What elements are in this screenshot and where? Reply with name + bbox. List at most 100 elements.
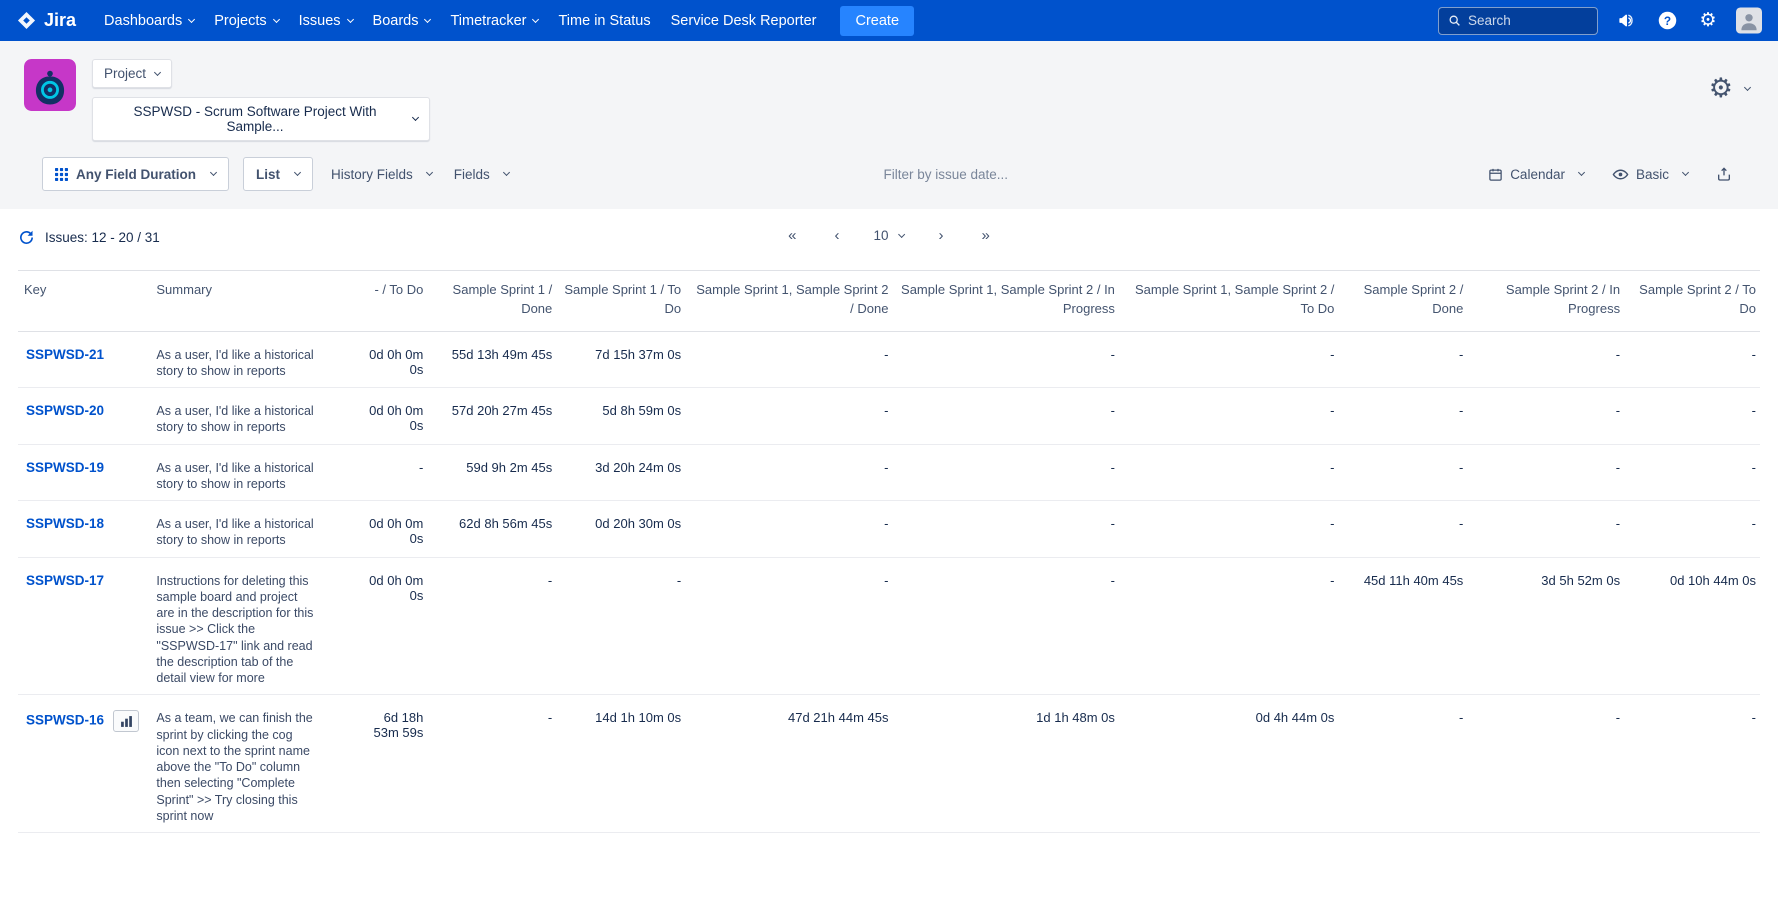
duration-cell: - [1119, 501, 1338, 558]
chevron-down-icon [412, 114, 419, 121]
duration-cell: - [1338, 331, 1467, 388]
duration-cell: - [892, 444, 1118, 501]
issue-key-link[interactable]: SSPWSD-19 [26, 460, 104, 475]
duration-cell: 5d 8h 59m 0s [556, 388, 685, 445]
report-settings-button[interactable]: ⚙ [1709, 75, 1750, 102]
duration-cell: - [427, 557, 556, 695]
issue-key-link[interactable]: SSPWSD-20 [26, 403, 104, 418]
eye-icon [1612, 166, 1629, 183]
issue-key-link[interactable]: SSPWSD-21 [26, 347, 104, 362]
refresh-button[interactable] [18, 229, 35, 246]
top-navbar: Jira Dashboards Projects Issues Boards T… [0, 0, 1778, 41]
column-header-sprint1-2-done[interactable]: Sample Sprint 1, Sample Sprint 2 / Done [685, 271, 892, 332]
duration-cell: - [1338, 444, 1467, 501]
issue-key-link[interactable]: SSPWSD-16 [26, 713, 104, 728]
duration-cell: - [892, 388, 1118, 445]
search-icon [1448, 14, 1461, 27]
page-size-select[interactable]: 10 [873, 228, 904, 243]
column-header-sprint1-done[interactable]: Sample Sprint 1 / Done [427, 271, 556, 332]
duration-cell: 45d 11h 40m 45s [1338, 557, 1467, 695]
chevron-down-icon [1682, 169, 1689, 176]
nav-item-time-in-status[interactable]: Time in Status [558, 13, 650, 29]
report-toolbar: Any Field Duration List History Fields F… [24, 141, 1754, 209]
navbar-right: ? ⚙ [1438, 7, 1762, 35]
export-button[interactable] [1712, 157, 1736, 191]
duration-cell: 3d 20h 24m 0s [556, 444, 685, 501]
nav-item-boards[interactable]: Boards [373, 13, 431, 29]
pagination-last-button[interactable]: » [978, 225, 994, 246]
nav-item-issues[interactable]: Issues [299, 13, 353, 29]
settings-gear-icon[interactable]: ⚙ [1695, 8, 1721, 34]
table-row: SSPWSD-21 As a user, I'd like a historica… [18, 331, 1760, 388]
duration-cell: - [556, 557, 685, 695]
search-input[interactable] [1468, 13, 1588, 28]
nav-item-label: Issues [299, 13, 341, 29]
duration-cell: 47d 21h 44m 45s [685, 695, 892, 833]
duration-cell: 0d 0h 0m 0s [354, 331, 427, 388]
table-row: SSPWSD-16 As a team, we can finish the sp… [18, 695, 1760, 833]
table-row: SSPWSD-18As a user, I'd like a historica… [18, 501, 1760, 558]
create-button[interactable]: Create [840, 6, 914, 36]
issue-key-link[interactable]: SSPWSD-18 [26, 516, 104, 531]
chevron-down-icon [1578, 169, 1585, 176]
duration-cell: - [1119, 331, 1338, 388]
view-mode-select[interactable]: Basic [1608, 157, 1692, 191]
issue-key-cell: SSPWSD-19 [18, 444, 150, 501]
chevron-down-icon [273, 15, 280, 22]
issue-summary-text: As a user, I'd like a historical story t… [156, 347, 318, 380]
chevron-down-icon [346, 15, 353, 22]
jira-logo[interactable]: Jira [16, 10, 76, 31]
svg-text:?: ? [1663, 14, 1670, 28]
scope-select[interactable]: Project [92, 59, 172, 88]
project-select[interactable]: SSPWSD - Scrum Software Project With Sam… [92, 97, 430, 141]
nav-item-dashboards[interactable]: Dashboards [104, 13, 194, 29]
issue-date-filter-input[interactable] [884, 167, 1114, 182]
duration-cell: 1d 1h 48m 0s [892, 695, 1118, 833]
issue-summary-text: As a team, we can finish the sprint by c… [156, 710, 318, 824]
column-header-sprint1-todo[interactable]: Sample Sprint 1 / To Do [556, 271, 685, 332]
duration-cell: - [1624, 444, 1760, 501]
nav-item-service-desk-reporter[interactable]: Service Desk Reporter [671, 13, 817, 29]
column-header-sprint2-done[interactable]: Sample Sprint 2 / Done [1338, 271, 1467, 332]
issue-key-cell: SSPWSD-21 [18, 331, 150, 388]
user-avatar[interactable] [1736, 8, 1762, 34]
nav-item-timetracker[interactable]: Timetracker [450, 13, 538, 29]
column-header-sprint1-2-inprogress[interactable]: Sample Sprint 1, Sample Sprint 2 / In Pr… [892, 271, 1118, 332]
calendar-select[interactable]: Calendar [1484, 157, 1588, 191]
issue-key-cell: SSPWSD-20 [18, 388, 150, 445]
project-select-label: SSPWSD - Scrum Software Project With Sam… [104, 104, 406, 134]
help-icon[interactable]: ? [1654, 8, 1680, 34]
duration-cell: 14d 1h 10m 0s [556, 695, 685, 833]
nav-item-label: Time in Status [558, 13, 650, 29]
announcements-icon[interactable] [1613, 8, 1639, 34]
chevron-down-icon [294, 169, 301, 176]
history-fields-select[interactable]: History Fields [327, 157, 436, 191]
issue-key-link[interactable]: SSPWSD-17 [26, 573, 104, 588]
column-header-summary[interactable]: Summary [150, 271, 354, 332]
duration-cell: - [1467, 695, 1624, 833]
project-avatar [24, 59, 76, 111]
pagination-first-button[interactable]: « [784, 225, 800, 246]
column-header-sprint1-2-todo[interactable]: Sample Sprint 1, Sample Sprint 2 / To Do [1119, 271, 1338, 332]
field-duration-select[interactable]: Any Field Duration [42, 157, 229, 191]
column-header-key[interactable]: Key [18, 271, 150, 332]
view-type-select[interactable]: List [243, 157, 313, 191]
column-header-sprint2-inprogress[interactable]: Sample Sprint 2 / In Progress [1467, 271, 1624, 332]
global-search[interactable] [1438, 7, 1598, 35]
duration-cell: 57d 20h 27m 45s [427, 388, 556, 445]
table-row: SSPWSD-20 As a user, I'd like a historica… [18, 388, 1760, 445]
pagination-prev-button[interactable]: ‹ [830, 225, 843, 246]
issue-summary-cell: Instructions for deleting this sample bo… [150, 557, 354, 695]
issue-chart-button[interactable] [113, 710, 139, 732]
column-header-sprint2-todo[interactable]: Sample Sprint 2 / To Do [1624, 271, 1760, 332]
results-bar: Issues: 12 - 20 / 31 « ‹ 10 › » [0, 209, 1778, 264]
nav-item-projects[interactable]: Projects [214, 13, 278, 29]
issue-summary-cell: As a user, I'd like a historical story t… [150, 388, 354, 445]
pagination-next-button[interactable]: › [935, 225, 948, 246]
fields-select[interactable]: Fields [450, 157, 513, 191]
duration-cell: - [354, 444, 427, 501]
duration-cell: 0d 20h 30m 0s [556, 501, 685, 558]
chevron-down-icon [210, 169, 217, 176]
column-header-todo[interactable]: - / To Do [354, 271, 427, 332]
view-mode-label: Basic [1636, 167, 1669, 182]
